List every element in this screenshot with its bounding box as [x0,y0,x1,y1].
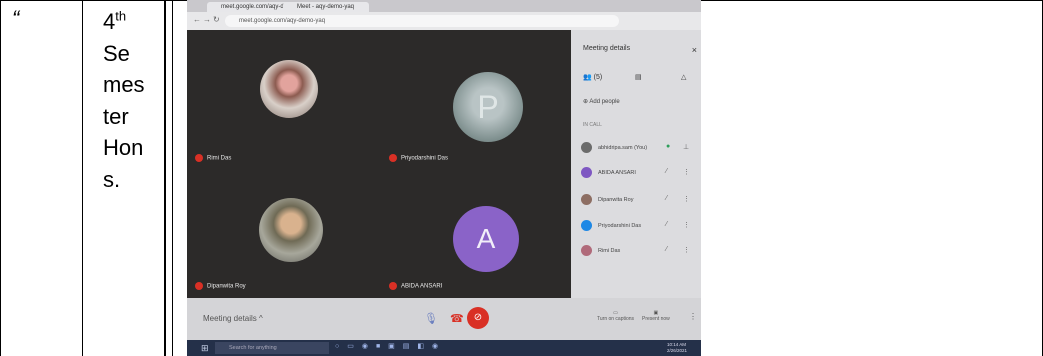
avatar [581,142,592,153]
url-field[interactable]: meet.google.com/aqy-demo-yaq [225,15,619,27]
participant-photo-rimi [260,60,318,118]
semester-line-5: s. [103,166,121,192]
participant-photo-dipanwita [259,198,323,262]
table-col-divider-3 [172,0,173,356]
semester-line-1: Se [103,40,130,66]
meet-control-bar: Meeting details ^ 🎙 ☎ ⊘ ▭ Turn on caption… [187,298,701,340]
semester-line-4: Hon [103,135,144,160]
mic-muted-icon[interactable]: ⁄ [666,246,667,253]
windows-start-icon[interactable]: ⊞ [201,343,209,354]
meeting-details-button[interactable]: Meeting details ^ [203,314,263,323]
tile-name-abida: ABIDA ANSARI [389,282,442,290]
taskbar-clock: 10:14 AM 2/26/2021 [667,342,688,353]
camera-off-icon[interactable]: ⊘ [467,307,489,329]
forward-icon[interactable]: → [203,15,211,24]
chat-tab-icon[interactable]: ▤ [635,73,642,81]
tile-name-priyodarshini: Priyodarshini Das [389,154,448,162]
avatar [581,245,592,256]
table-row-divider [701,0,1043,1]
participant-row[interactable]: Priyodarshini Das ⁄ ⋮ [581,220,696,234]
avatar [581,220,592,231]
mic-muted-icon[interactable]: ⁄ [666,168,667,175]
windows-taskbar: ⊞ Search for anything ○▭◉■▣▤◧◉ 10:14 AM 2… [187,340,701,356]
participant-row[interactable]: abhidripa.sam (You) ● ⊥ [581,142,696,156]
mic-muted-icon[interactable]: ⁄ [666,195,667,202]
panel-tabs: 👥 (5) ▤ △ [583,73,693,81]
semester-suffix: th [115,8,127,24]
in-call-heading: IN CALL [583,122,602,128]
address-bar-row: ← → ↻ meet.google.com/aqy-demo-yaq [187,12,701,30]
video-grid: Rimi Das P Priyodarshini Das Dipanwita R… [187,30,571,298]
meet-screenshot-photo: meet.google.com/aqy-demo-yaq Meet - aqy-… [187,0,701,356]
meeting-details-panel: Meeting details × 👥 (5) ▤ △ ⊕ Add people… [571,30,701,298]
hang-up-icon[interactable]: ☎ [450,312,464,325]
tile-name-rimi: Rimi Das [195,154,231,162]
panel-title: Meeting details [583,45,631,52]
mic-muted-icon [389,282,397,290]
people-tab[interactable]: 👥 (5) [583,74,602,81]
table-col-divider-1 [82,0,83,356]
back-icon[interactable]: ← [193,15,201,24]
semester-line-3: ter [103,103,129,129]
quote-mark: “ [12,6,20,31]
mic-muted-icon [389,154,397,162]
taskbar-app-icons[interactable]: ○▭◉■▣▤◧◉ [335,342,446,350]
browser-tab-strip: meet.google.com/aqy-demo-yaq Meet - aqy-… [187,0,701,12]
more-icon[interactable]: ⋮ [683,195,690,203]
more-icon[interactable]: ⋮ [683,168,690,176]
table-col-divider-2 [164,0,166,356]
mic-icon[interactable]: ● [666,143,670,150]
semester-number: 4th [103,8,127,34]
more-options-icon[interactable]: ⋮ [689,312,697,321]
participant-row[interactable]: Rimi Das ⁄ ⋮ [581,245,696,259]
present-now-button[interactable]: ▣ Present now [642,310,670,322]
mic-muted-icon[interactable]: ⁄ [666,221,667,228]
table-left-border [0,0,1,356]
captions-button[interactable]: ▭ Turn on captions [597,310,634,322]
avatar [581,167,592,178]
pin-icon[interactable]: ⊥ [683,143,689,151]
participant-avatar-abida: A [453,206,519,272]
reload-icon[interactable]: ↻ [213,15,220,24]
participant-avatar-priyodarshini: P [453,72,523,142]
mic-muted-icon [195,282,203,290]
semester-cell: 4th Se mes ter Hon s. [103,6,163,195]
more-icon[interactable]: ⋮ [683,221,690,229]
participant-row[interactable]: ABIDA ANSARI ⁄ ⋮ [581,167,696,181]
mic-muted-icon [195,154,203,162]
taskbar-search[interactable]: Search for anything [215,342,329,354]
add-people-button[interactable]: ⊕ Add people [583,98,620,105]
close-icon[interactable]: × [692,45,697,55]
participant-row[interactable]: Dipanwita Roy ⁄ ⋮ [581,194,696,208]
microphone-icon[interactable]: 🎙 [424,312,438,325]
browser-tab-2[interactable]: Meet - aqy-demo-yaq [283,2,369,12]
tile-name-dipanwita: Dipanwita Roy [195,282,246,290]
semester-line-2: mes [103,72,145,97]
activities-tab-icon[interactable]: △ [681,73,686,81]
more-icon[interactable]: ⋮ [683,246,690,254]
avatar [581,194,592,205]
browser-tab-1[interactable]: meet.google.com/aqy-demo-yaq [207,2,291,12]
